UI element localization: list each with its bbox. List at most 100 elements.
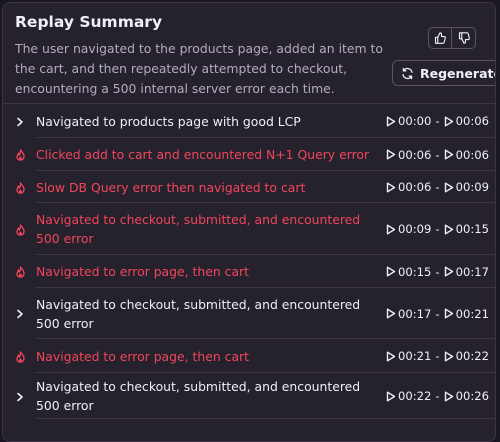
start-timestamp-link[interactable]: 00:06 bbox=[386, 148, 431, 162]
play-icon bbox=[444, 308, 453, 319]
row-divider bbox=[35, 418, 495, 419]
play-icon bbox=[444, 149, 453, 160]
end-timestamp-link[interactable]: 00:06 bbox=[444, 148, 489, 162]
play-icon bbox=[444, 351, 453, 361]
chevron-right-icon bbox=[17, 392, 23, 401]
summary-row[interactable]: Slow DB Query error then navigated to ca… bbox=[3, 171, 495, 203]
summary-header: Replay Summary The user navigated to the… bbox=[3, 3, 495, 103]
thumbs-up-button[interactable] bbox=[428, 27, 452, 49]
start-time: 00:09 bbox=[397, 222, 432, 236]
timestamp-range: 00:17-00:21 bbox=[386, 307, 489, 321]
summary-row[interactable]: Navigated to error page, then cart 00:15-… bbox=[3, 255, 495, 288]
start-time: 00:17 bbox=[397, 306, 432, 321]
row-label: Slow DB Query error then navigated to ca… bbox=[36, 179, 306, 195]
end-time: 00:17 bbox=[455, 264, 489, 279]
start-timestamp-link[interactable]: 00:22 bbox=[386, 389, 431, 403]
play-icon bbox=[444, 266, 453, 277]
start-time: 00:06 bbox=[397, 180, 432, 194]
end-timestamp-link[interactable]: 00:09 bbox=[444, 180, 489, 194]
play-icon bbox=[444, 182, 453, 192]
play-icon bbox=[386, 182, 396, 192]
end-time: 00:15 bbox=[455, 222, 489, 236]
time-separator: - bbox=[435, 264, 440, 279]
end-timestamp-link[interactable]: 00:15 bbox=[444, 222, 489, 236]
end-timestamp-link[interactable]: 00:22 bbox=[444, 349, 489, 363]
end-time: 00:06 bbox=[455, 147, 489, 162]
play-icon bbox=[386, 149, 396, 160]
start-time: 00:15 bbox=[397, 264, 432, 279]
summary-row[interactable]: Navigated to checkout, submitted, and en… bbox=[3, 288, 495, 339]
summary-text: The user navigated to the products page,… bbox=[15, 41, 383, 96]
end-time: 00:06 bbox=[455, 114, 489, 128]
timestamp-range: 00:06- 00:09 bbox=[386, 180, 489, 194]
play-icon bbox=[386, 224, 396, 234]
error-indicator bbox=[13, 266, 27, 278]
end-time: 00:22 bbox=[455, 349, 489, 363]
play-icon bbox=[444, 224, 453, 234]
summary-row[interactable]: Navigated to checkout, submitted, and en… bbox=[3, 203, 495, 255]
end-time: 00:21 bbox=[455, 306, 489, 321]
replay-summary-panel: Replay Summary The user navigated to the… bbox=[2, 2, 496, 442]
summary-list: Navigated to products page with good LCP… bbox=[3, 103, 495, 419]
end-timestamp-link[interactable]: 00:06 bbox=[444, 114, 489, 128]
expand-toggle[interactable] bbox=[13, 392, 27, 402]
time-separator: - bbox=[435, 306, 440, 321]
end-timestamp-link[interactable]: 00:17 bbox=[444, 265, 489, 279]
fire-icon bbox=[15, 350, 25, 363]
end-timestamp-link[interactable]: 00:21 bbox=[444, 307, 489, 321]
row-label: Navigated to error page, then cart bbox=[36, 348, 249, 364]
start-time: 00:22 bbox=[397, 389, 432, 403]
thumbs-down-button[interactable] bbox=[452, 27, 476, 49]
row-label: Navigated to error page, then cart bbox=[36, 264, 249, 279]
row-label: Navigated to products page with good LCP bbox=[36, 113, 301, 129]
summary-row[interactable]: Clicked add to cart and encountered N+1 … bbox=[3, 138, 495, 171]
fire-icon bbox=[15, 149, 25, 161]
row-label: Clicked add to cart and encountered N+1 … bbox=[36, 147, 370, 162]
regenerate-label: Regenerate bbox=[420, 65, 496, 81]
summary-row[interactable]: Navigated to checkout, submitted, and en… bbox=[3, 373, 495, 419]
end-time: 00:09 bbox=[455, 180, 489, 194]
start-timestamp-link[interactable]: 00:00 bbox=[386, 114, 431, 128]
chevron-right-icon bbox=[17, 309, 23, 319]
chevron-right-icon bbox=[17, 117, 23, 126]
time-separator: - bbox=[435, 222, 440, 236]
expand-toggle[interactable] bbox=[13, 309, 27, 319]
error-indicator bbox=[13, 149, 27, 161]
play-icon bbox=[386, 351, 396, 361]
feedback-buttons bbox=[428, 27, 476, 49]
timestamp-range: 00:00- 00:06 bbox=[386, 114, 489, 128]
start-timestamp-link[interactable]: 00:06 bbox=[386, 180, 431, 194]
time-separator: - bbox=[435, 114, 440, 128]
error-indicator bbox=[13, 181, 27, 194]
end-timestamp-link[interactable]: 00:26 bbox=[444, 389, 489, 403]
start-timestamp-link[interactable]: 00:15 bbox=[386, 265, 431, 279]
play-icon bbox=[386, 266, 396, 277]
play-icon bbox=[444, 391, 453, 401]
regenerate-button[interactable]: Regenerate bbox=[392, 60, 496, 86]
time-separator: - bbox=[435, 389, 440, 403]
start-timestamp-link[interactable]: 00:17 bbox=[386, 307, 431, 321]
timestamp-range: 00:22- 00:26 bbox=[386, 389, 489, 403]
summary-row[interactable]: Navigated to products page with good LCP… bbox=[3, 104, 495, 138]
play-icon bbox=[386, 308, 396, 319]
start-time: 00:00 bbox=[397, 114, 432, 128]
summary-row[interactable]: Navigated to error page, then cart 00:21-… bbox=[3, 339, 495, 373]
end-time: 00:26 bbox=[455, 389, 489, 403]
start-time: 00:21 bbox=[397, 349, 432, 363]
thumbs-up-icon bbox=[434, 32, 446, 44]
play-icon bbox=[386, 391, 396, 401]
start-timestamp-link[interactable]: 00:09 bbox=[386, 222, 431, 236]
error-indicator bbox=[13, 223, 27, 236]
start-timestamp-link[interactable]: 00:21 bbox=[386, 349, 431, 363]
fire-icon bbox=[15, 266, 25, 278]
timestamp-range: 00:09- 00:15 bbox=[386, 222, 489, 236]
time-separator: - bbox=[435, 180, 440, 194]
time-separator: - bbox=[435, 349, 440, 363]
timestamp-range: 00:06-00:06 bbox=[386, 148, 489, 162]
timestamp-range: 00:21- 00:22 bbox=[386, 349, 489, 363]
expand-toggle[interactable] bbox=[13, 117, 27, 127]
panel-title: Replay Summary bbox=[15, 13, 163, 31]
fire-icon bbox=[15, 181, 25, 194]
timestamp-range: 00:15-00:17 bbox=[386, 265, 489, 279]
time-separator: - bbox=[435, 147, 440, 162]
